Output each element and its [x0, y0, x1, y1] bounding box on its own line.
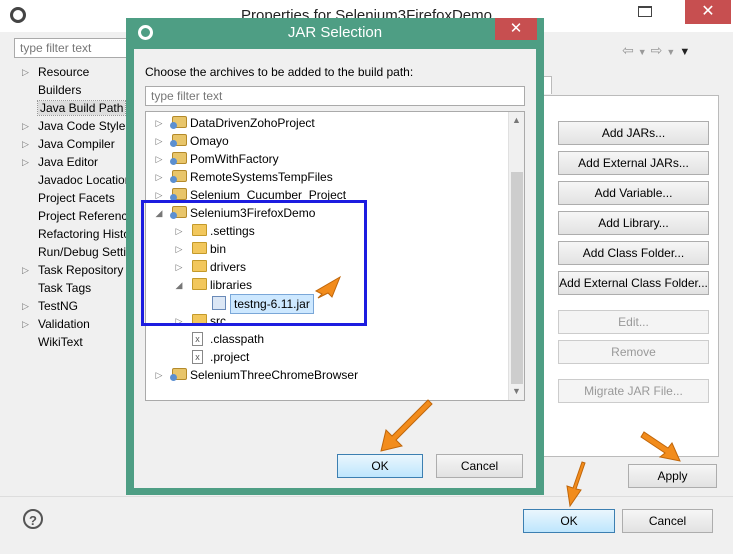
nav-item-label: Task Repository — [38, 263, 124, 277]
add-external-jars-button[interactable]: Add External JARs... — [558, 151, 709, 175]
expand-arrow-icon[interactable]: ▷ — [22, 153, 29, 171]
tree-item-label: DataDrivenZohoProject — [190, 116, 315, 130]
edit-button[interactable]: Edit... — [558, 310, 709, 334]
tree-scrollbar[interactable]: ▲ ▼ — [508, 112, 524, 400]
nav-item[interactable]: Refactoring History — [20, 225, 140, 243]
tree-item-label: PomWithFactory — [190, 152, 279, 166]
add-external-class-folder-button[interactable]: Add External Class Folder... — [558, 271, 709, 295]
expand-arrow-icon[interactable]: ▷ — [154, 366, 164, 384]
forward-menu-icon[interactable]: ▼ — [666, 47, 679, 57]
scroll-up-icon[interactable]: ▲ — [512, 115, 521, 125]
tree-item-label: .classpath — [210, 332, 265, 346]
nav-item-label: Project Facets — [38, 191, 115, 205]
nav-item[interactable]: ▷ Java Compiler — [20, 135, 130, 153]
expand-arrow-icon[interactable]: ▷ — [22, 297, 29, 315]
scrollbar-thumb[interactable] — [511, 172, 523, 384]
tree-item-label: Omayo — [190, 134, 229, 148]
annotation-highlight-box — [141, 200, 367, 326]
nav-item[interactable]: Java Build Path — [20, 99, 130, 117]
add-class-folder-button[interactable]: Add Class Folder... — [558, 241, 709, 265]
dialog-instruction: Choose the archives to be added to the b… — [145, 65, 414, 79]
scroll-down-icon[interactable]: ▼ — [512, 386, 521, 396]
nav-item[interactable]: Run/Debug Settings — [20, 243, 145, 261]
expand-arrow-icon[interactable]: ▷ — [22, 135, 29, 153]
tree-item-label: RemoteSystemsTempFiles — [190, 170, 333, 184]
dialog-titlebar: JAR Selection ✕ — [126, 18, 544, 49]
tree-item-label: SeleniumThreeChromeBrowser — [190, 368, 359, 382]
expand-arrow-icon[interactable]: ▷ — [22, 63, 29, 81]
nav-item-label: Refactoring History — [38, 227, 141, 241]
apply-button[interactable]: Apply — [628, 464, 717, 488]
window-close-button[interactable]: ✕ — [685, 0, 731, 24]
expand-arrow-icon[interactable]: ▷ — [154, 168, 164, 186]
project-icon — [170, 368, 187, 381]
nav-item[interactable]: Builders — [20, 81, 130, 99]
nav-item-label: Java Editor — [38, 155, 99, 169]
expand-arrow-icon[interactable]: ▷ — [22, 117, 29, 135]
file-icon: x — [192, 332, 203, 346]
nav-item-label: Resource — [38, 65, 90, 79]
add-library-button[interactable]: Add Library... — [558, 211, 709, 235]
project-icon — [170, 116, 187, 129]
nav-item[interactable]: ▷ Java Editor — [20, 153, 130, 171]
nav-item-label: TestNG — [38, 299, 79, 313]
expand-arrow-icon[interactable]: ▷ — [154, 150, 164, 168]
nav-item-label: Task Tags — [38, 281, 92, 295]
properties-filter-input[interactable]: type filter text — [14, 38, 134, 58]
ok-button[interactable]: OK — [523, 509, 615, 533]
maximize-icon[interactable] — [638, 6, 652, 17]
nav-item[interactable]: ▷ TestNG — [20, 297, 130, 315]
nav-item-label: Builders — [38, 83, 82, 97]
nav-item[interactable]: WikiText — [20, 333, 130, 351]
nav-item[interactable]: ▷ Validation — [20, 315, 130, 333]
expand-arrow-icon[interactable]: ▷ — [22, 315, 29, 333]
nav-item[interactable]: ▷ Task Repository — [20, 261, 130, 279]
project-icon — [170, 170, 187, 183]
nav-item-label: Java Compiler — [38, 137, 115, 151]
cancel-button[interactable]: Cancel — [622, 509, 713, 533]
migrate-jar-button[interactable]: Migrate JAR File... — [558, 379, 709, 403]
nav-item-label: Java Build Path — [36, 100, 127, 116]
dialog-title: JAR Selection — [287, 24, 383, 41]
nav-item[interactable]: Project References — [20, 207, 140, 225]
help-icon[interactable]: ? — [23, 509, 43, 529]
nav-item[interactable]: Task Tags — [20, 279, 130, 297]
add-jars-button[interactable]: Add JARs... — [558, 121, 709, 145]
file-icon: x — [192, 350, 203, 364]
nav-item[interactable]: Project Facets — [20, 189, 130, 207]
dialog-close-button[interactable]: ✕ — [495, 18, 537, 40]
forward-arrow-icon[interactable]: ⇨ — [651, 42, 667, 58]
nav-item-label: Java Code Style — [38, 119, 126, 133]
remove-button[interactable]: Remove — [558, 340, 709, 364]
nav-item-label: Javadoc Location — [38, 173, 132, 187]
tree-item-label: .project — [210, 350, 250, 364]
dialog-ok-button[interactable]: OK — [337, 454, 423, 478]
add-variable-button[interactable]: Add Variable... — [558, 181, 709, 205]
nav-item-label: Project References — [38, 209, 141, 223]
back-menu-icon[interactable]: ▼ — [638, 47, 651, 57]
project-icon — [170, 188, 187, 201]
expand-arrow-icon[interactable]: ▷ — [22, 261, 29, 279]
project-icon — [170, 152, 187, 165]
view-menu-icon[interactable]: ▼ — [679, 46, 694, 58]
nav-item[interactable]: Javadoc Location — [20, 171, 132, 189]
dialog-cancel-button[interactable]: Cancel — [436, 454, 523, 478]
back-arrow-icon[interactable]: ⇦ — [622, 42, 638, 58]
project-icon — [170, 134, 187, 147]
nav-item[interactable]: ▷ Java Code Style — [20, 117, 130, 135]
nav-item[interactable]: ▷ Resource — [20, 63, 130, 81]
nav-item-label: WikiText — [38, 335, 83, 349]
expand-arrow-icon[interactable]: ▷ — [154, 114, 164, 132]
properties-nav-tree: ▷ Resource Builders Java Build Path ▷ Java Co… — [20, 63, 145, 351]
history-nav: ⇦▼⇨▼▼ — [622, 42, 694, 59]
expand-arrow-icon[interactable]: ▷ — [154, 132, 164, 150]
dialog-filter-input[interactable]: type filter text — [145, 86, 525, 106]
nav-item-label: Validation — [38, 317, 90, 331]
